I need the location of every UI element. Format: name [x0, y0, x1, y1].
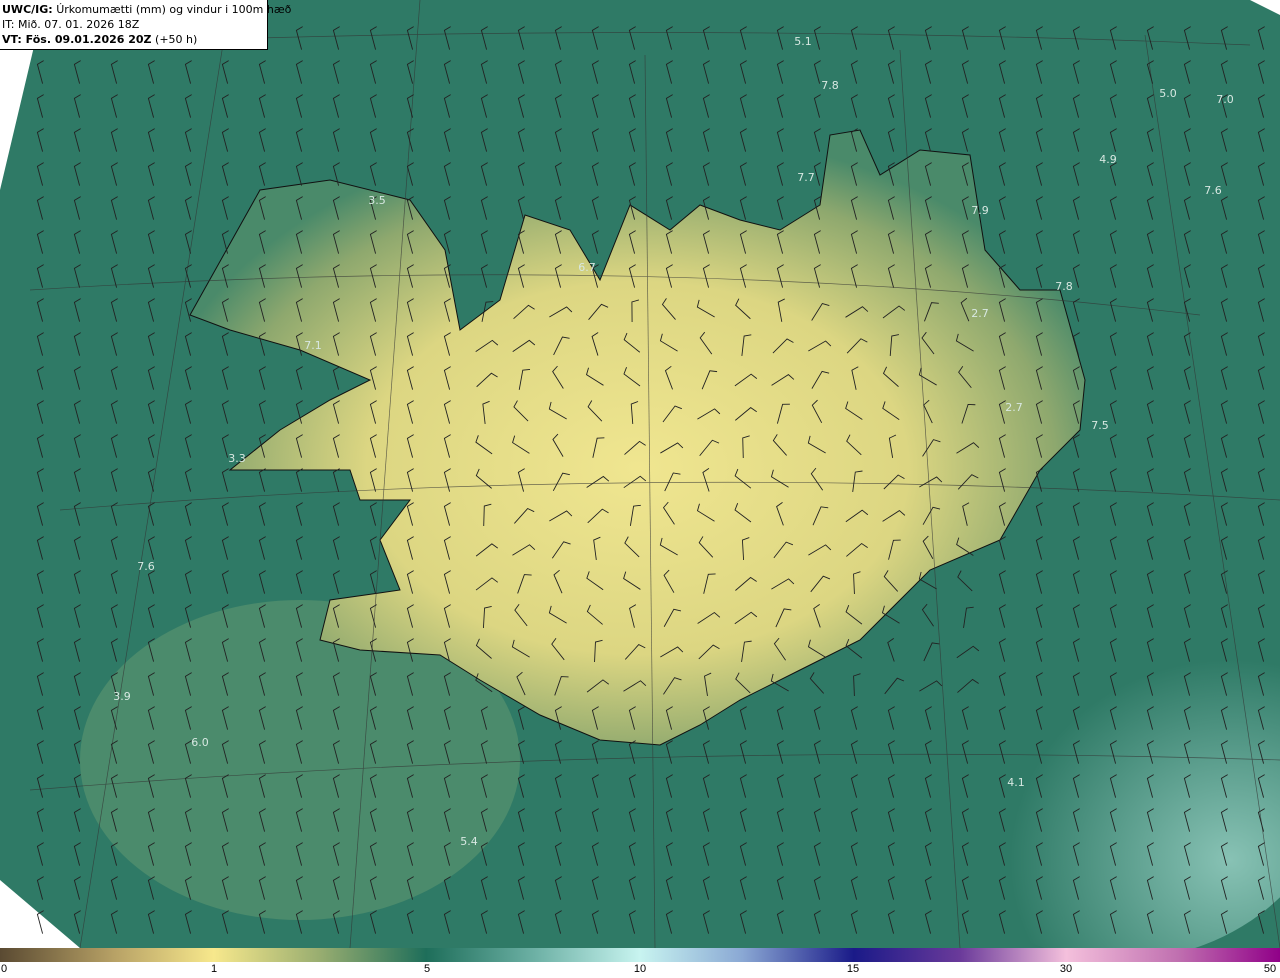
precipitation-wind-map: 5.1 7.8 5.0 7.0 4.9 7.6 7.7 7.9 3.5 6.7 7.8 2.7 7.1 2… — [0, 0, 1280, 948]
map-value-label: 7.6 — [1204, 184, 1222, 197]
colorbar — [0, 948, 1280, 962]
map-header: UWC/IG: Úrkomumætti (mm) og vindur i 100… — [0, 0, 291, 50]
map-value-label: 6.7 — [578, 261, 596, 274]
colorbar-ticks: 0 1 5 10 15 30 50 — [0, 962, 1280, 978]
map-value-label: 7.7 — [797, 171, 815, 184]
colorbar-tick: 15 — [846, 963, 860, 975]
map-value-label: 7.8 — [821, 79, 839, 92]
init-time: IT: Mið. 07. 01. 2026 18Z — [2, 18, 140, 31]
map-value-label: 7.8 — [1055, 280, 1073, 293]
map-value-label: 3.3 — [228, 452, 246, 465]
map-value-label: 7.5 — [1091, 419, 1109, 432]
lead-time: (+50 h) — [155, 33, 198, 46]
colorbar-tick: 0 — [0, 963, 8, 975]
map-title: Úrkomumætti (mm) og vindur i 100m hæð — [56, 3, 292, 16]
map-value-label: 4.1 — [1007, 776, 1025, 789]
map-value-label: 3.5 — [368, 194, 386, 207]
map-value-label: 5.0 — [1159, 87, 1177, 100]
map-value-label: 5.1 — [794, 35, 812, 48]
map-value-label: 2.7 — [971, 307, 989, 320]
map-value-label: 7.9 — [971, 204, 989, 217]
colorbar-tick: 10 — [633, 963, 647, 975]
valid-time: VT: Fös. 09.01.2026 20Z — [2, 33, 152, 46]
map-value-label: 5.4 — [460, 835, 478, 848]
map-value-label: 2.7 — [1005, 401, 1023, 414]
colorbar-tick: 5 — [423, 963, 431, 975]
map-value-label: 7.6 — [137, 560, 155, 573]
map-value-label: 6.0 — [191, 736, 209, 749]
model-name: UWC/IG: — [2, 3, 53, 16]
map-value-label: 3.9 — [113, 690, 131, 703]
map-value-label: 7.0 — [1216, 93, 1234, 106]
colorbar-tick: 1 — [210, 963, 218, 975]
map-value-label: 7.1 — [304, 339, 322, 352]
colorbar-tick: 30 — [1059, 963, 1073, 975]
map-value-label: 4.9 — [1099, 153, 1117, 166]
colorbar-tick: 50 — [1263, 963, 1277, 975]
